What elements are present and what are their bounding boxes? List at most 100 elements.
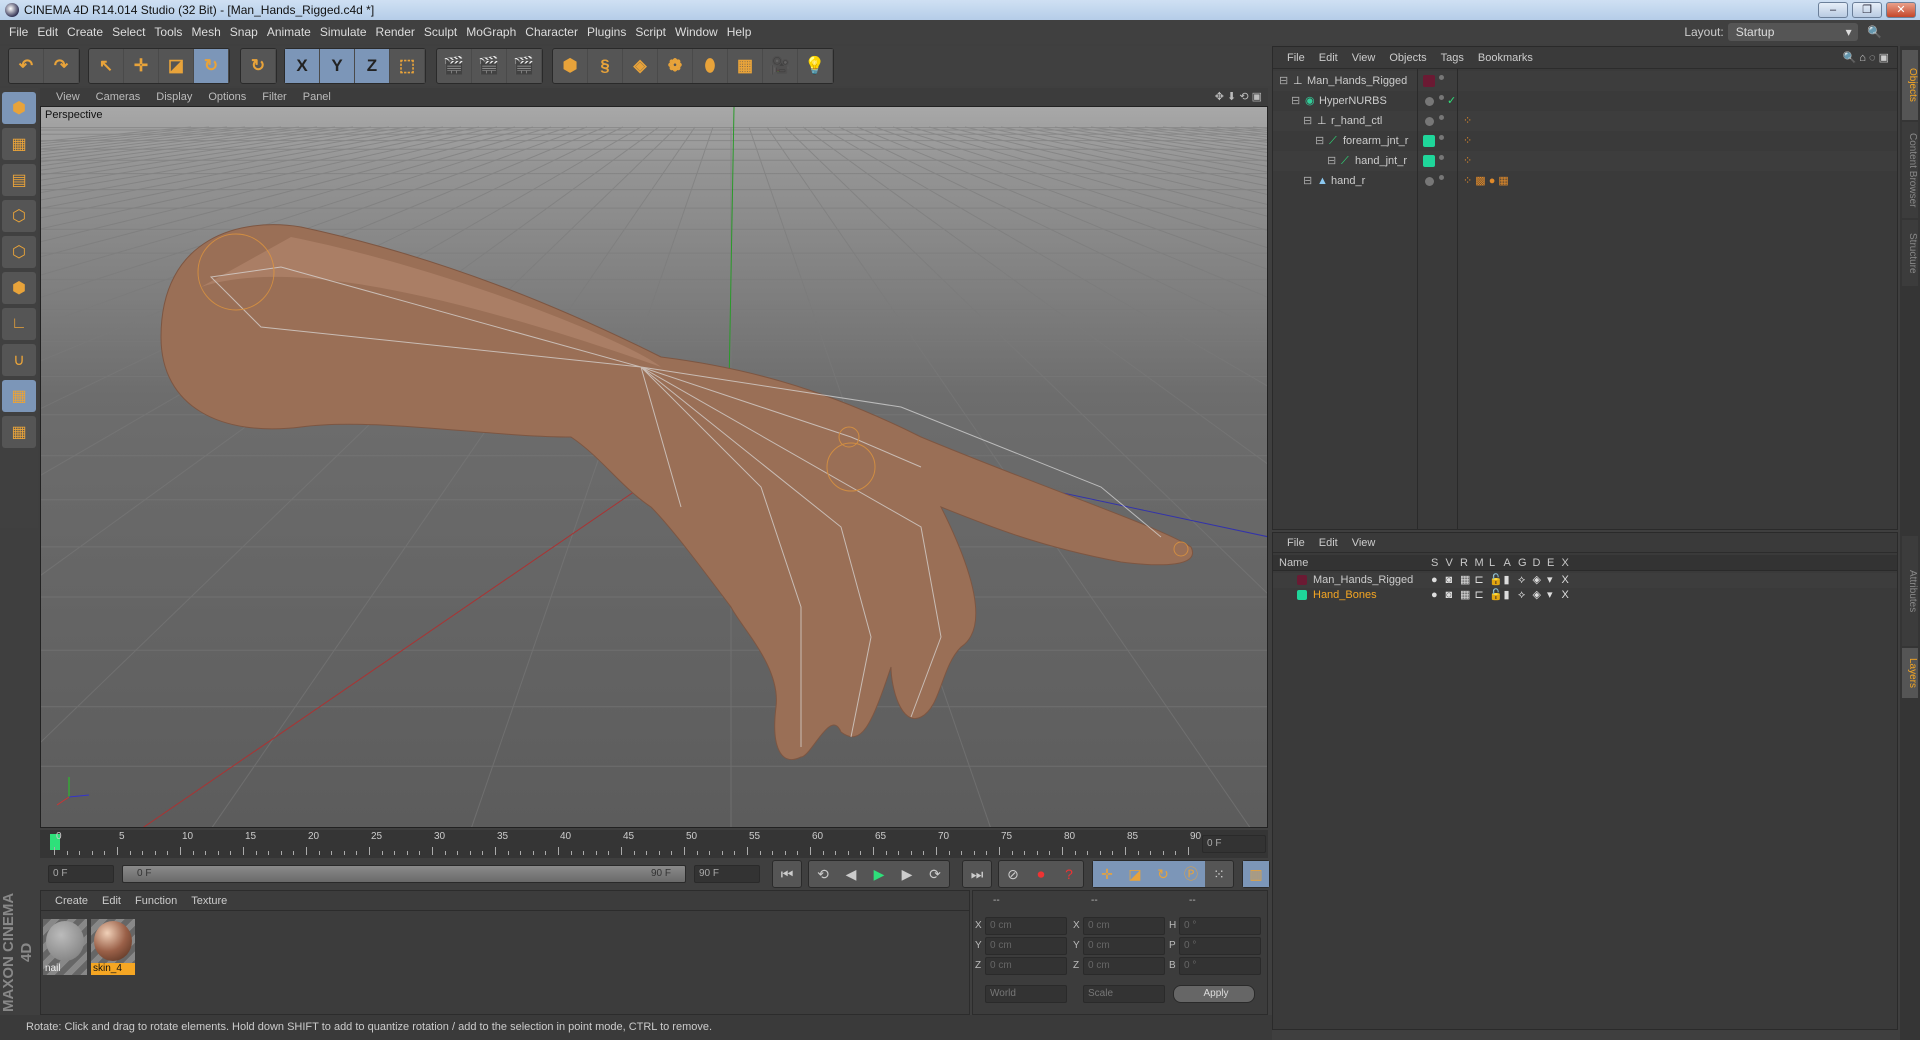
- move-button[interactable]: ✛: [124, 49, 159, 83]
- frame-range-slider[interactable]: 0 F 90 F: [122, 865, 686, 883]
- menu-tools[interactable]: Tools: [154, 25, 182, 39]
- viewport-menu-options[interactable]: Options: [208, 91, 246, 103]
- visibility-dot[interactable]: [1439, 95, 1444, 100]
- layer-manager-toggle[interactable]: ⊏: [1475, 573, 1484, 588]
- close-button[interactable]: ✕: [1886, 2, 1916, 18]
- layer-expressions-toggle[interactable]: ▾: [1547, 573, 1553, 588]
- motion-record-icon[interactable]: ⊘: [999, 861, 1027, 887]
- redo-button[interactable]: ↷: [44, 49, 79, 83]
- coord-z-field[interactable]: 0 cm: [985, 957, 1067, 975]
- object-tags[interactable]: ⁘: [1463, 111, 1472, 131]
- object-tags[interactable]: ⁘: [1463, 131, 1472, 151]
- object-manager-icons[interactable]: 🔍 ⌂ ◌ ▣: [1843, 47, 1889, 69]
- undo-button[interactable]: ↶: [9, 49, 44, 83]
- layer-visible-toggle[interactable]: ◙: [1446, 588, 1453, 603]
- layer-dot[interactable]: [1425, 97, 1434, 106]
- spline-button[interactable]: §: [588, 49, 623, 83]
- axis-mode-button[interactable]: ∟: [2, 308, 36, 340]
- layer-solo-toggle[interactable]: ●: [1431, 588, 1438, 603]
- goto-end-button[interactable]: ⏭: [962, 860, 992, 888]
- layer-dot[interactable]: [1425, 117, 1434, 126]
- key-scale-icon[interactable]: ◪: [1121, 861, 1149, 887]
- viewport-menu-panel[interactable]: Panel: [303, 91, 331, 103]
- expand-icon[interactable]: ⊟: [1291, 91, 1300, 111]
- visibility-dot[interactable]: [1439, 115, 1444, 120]
- layer-menu-file[interactable]: File: [1287, 537, 1305, 549]
- layer-deformers-toggle[interactable]: ◈: [1533, 588, 1541, 603]
- object-row[interactable]: ⊟ ◉ HyperNURBS ✓: [1273, 91, 1897, 111]
- material-menu-function[interactable]: Function: [135, 895, 177, 907]
- menu-render[interactable]: Render: [376, 25, 415, 39]
- recent-tool-button[interactable]: ↻: [241, 49, 276, 83]
- coord-x-field[interactable]: 0 cm: [1083, 917, 1165, 935]
- prev-frame-button[interactable]: ◀: [837, 861, 865, 887]
- layer-xref-toggle[interactable]: X: [1562, 573, 1569, 588]
- menu-help[interactable]: Help: [727, 25, 752, 39]
- layer-locked-toggle[interactable]: 🔓: [1489, 588, 1503, 603]
- apply-button[interactable]: Apply: [1173, 985, 1255, 1003]
- menu-simulate[interactable]: Simulate: [320, 25, 367, 39]
- viewport-menu-display[interactable]: Display: [156, 91, 192, 103]
- texture-mode-button[interactable]: ▦: [2, 128, 36, 160]
- x-axis-button[interactable]: X: [285, 49, 320, 83]
- polygons-mode-button[interactable]: ⬢: [2, 272, 36, 304]
- material-skin-4[interactable]: skin_4: [91, 919, 135, 975]
- menu-mograph[interactable]: MoGraph: [466, 25, 516, 39]
- render-picture-viewer-button[interactable]: 🎬: [472, 49, 507, 83]
- workplane-button[interactable]: ▤: [2, 164, 36, 196]
- end-frame-field[interactable]: 90 F: [694, 865, 760, 883]
- object-row[interactable]: ⊟ ⟋ hand_jnt_r ⁘: [1273, 151, 1897, 171]
- coord-x-field[interactable]: 0 cm: [985, 917, 1067, 935]
- goto-start-button[interactable]: ⏮: [772, 860, 802, 888]
- autokey-button[interactable]: ?: [1055, 861, 1083, 887]
- side-tab-content-browser[interactable]: Content Browser: [1902, 122, 1918, 218]
- layer-generators-toggle[interactable]: ⟡: [1518, 573, 1525, 588]
- camera-button[interactable]: 🎥: [763, 49, 798, 83]
- expand-icon[interactable]: ⊟: [1315, 131, 1324, 151]
- key-rotation-icon[interactable]: ↻: [1149, 861, 1177, 887]
- expand-icon[interactable]: ⊟: [1303, 171, 1312, 191]
- layer-animation-toggle[interactable]: ▮: [1504, 588, 1510, 603]
- object-menu-tags[interactable]: Tags: [1441, 52, 1464, 64]
- layer-row[interactable]: Man_Hands_Rigged ● ◙ ▦ ⊏ 🔓 ▮ ⟡ ◈ ▾ X: [1273, 573, 1897, 588]
- points-mode-button[interactable]: ⬡: [2, 200, 36, 232]
- material-menu-edit[interactable]: Edit: [102, 895, 121, 907]
- layer-color-swatch[interactable]: [1423, 75, 1435, 87]
- menu-snap[interactable]: Snap: [230, 25, 258, 39]
- model-mode-button[interactable]: ⬢: [2, 92, 36, 124]
- object-menu-objects[interactable]: Objects: [1389, 52, 1426, 64]
- deformer-button[interactable]: ⬮: [693, 49, 728, 83]
- select-arrow-button[interactable]: ↖: [89, 49, 124, 83]
- menu-sculpt[interactable]: Sculpt: [424, 25, 457, 39]
- next-key-button[interactable]: ⟳: [921, 861, 949, 887]
- key-pla-icon[interactable]: ⁙: [1205, 861, 1233, 887]
- snap-grid-button[interactable]: ▦: [2, 380, 36, 412]
- rotate-button[interactable]: ↻: [194, 49, 229, 83]
- layer-render-toggle[interactable]: ▦: [1460, 588, 1470, 603]
- menu-select[interactable]: Select: [112, 25, 145, 39]
- search-icon[interactable]: 🔍: [1867, 25, 1882, 39]
- mograph-cloner-button[interactable]: ❁: [658, 49, 693, 83]
- layer-column-v[interactable]: V: [1446, 555, 1453, 571]
- cube-button[interactable]: ⬢: [553, 49, 588, 83]
- y-axis-button[interactable]: Y: [320, 49, 355, 83]
- layer-menu-view[interactable]: View: [1352, 537, 1376, 549]
- restore-button[interactable]: ❐: [1852, 2, 1882, 18]
- layer-manager-toggle[interactable]: ⊏: [1475, 588, 1484, 603]
- object-row[interactable]: ⊟ ⊥ Man_Hands_Rigged: [1273, 71, 1897, 91]
- menu-file[interactable]: File: [9, 25, 28, 39]
- coord-system-dropdown[interactable]: World: [985, 985, 1067, 1003]
- menu-create[interactable]: Create: [67, 25, 103, 39]
- visibility-dot[interactable]: [1439, 135, 1444, 140]
- layer-generators-toggle[interactable]: ⟡: [1518, 588, 1525, 603]
- menu-edit[interactable]: Edit: [37, 25, 58, 39]
- key-parameter-icon[interactable]: Ⓟ: [1177, 861, 1205, 887]
- scale-button[interactable]: ◪: [159, 49, 194, 83]
- object-row[interactable]: ⊟ ⟋ forearm_jnt_r ⁘: [1273, 131, 1897, 151]
- expand-icon[interactable]: ⊟: [1279, 71, 1288, 91]
- coordinate-system-button[interactable]: ⬚: [390, 49, 425, 83]
- visibility-dot[interactable]: [1439, 155, 1444, 160]
- layer-column-g[interactable]: G: [1518, 555, 1527, 571]
- object-row[interactable]: ⊟ ⊥ r_hand_ctl ⁘: [1273, 111, 1897, 131]
- current-frame-field[interactable]: 0 F: [1202, 835, 1266, 853]
